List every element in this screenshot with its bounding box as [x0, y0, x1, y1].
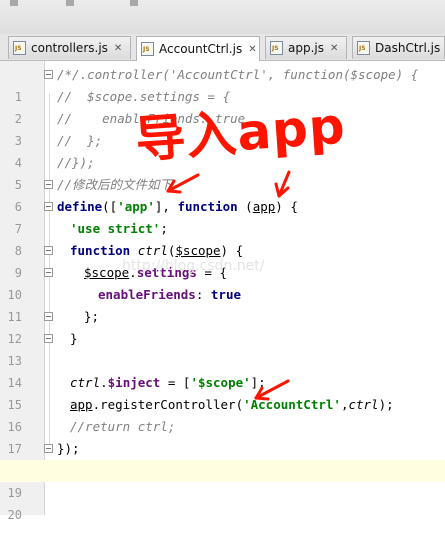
toolbar-fragment [10, 0, 18, 6]
tab-controllers-js[interactable]: controllers.js ✕ [8, 36, 131, 59]
line-number: 20 [7, 508, 22, 522]
code-text: app.registerController('AccountCtrl',ctr… [70, 397, 394, 412]
tab-dashctrl-js[interactable]: DashCtrl.js [352, 36, 445, 59]
code-text: //修改后的文件如下 [57, 177, 173, 192]
fold-icon[interactable] [44, 444, 53, 453]
editor-tab-bar: controllers.js ✕ AccountCtrl.js ✕ app.js… [0, 34, 445, 61]
code-text: /*/.controller('AccountCtrl', function($… [57, 67, 419, 82]
tab-label: AccountCtrl.js [159, 42, 243, 56]
code-text: 'use strict'; [70, 221, 168, 236]
js-file-icon [141, 42, 154, 56]
code-text: // }; [57, 133, 103, 148]
code-line[interactable]: 14 [0, 350, 445, 390]
watermark: http://blog.csdn.net/ [122, 258, 265, 274]
tab-accountctrl-js[interactable]: AccountCtrl.js ✕ [136, 36, 260, 61]
js-file-icon [270, 41, 283, 55]
code-text: }; [84, 309, 100, 324]
tab-app-js[interactable]: app.js ✕ [265, 36, 347, 59]
code-text: //}); [57, 155, 95, 170]
js-file-icon [13, 41, 26, 55]
code-line[interactable]: 16 app.registerController('AccountCtrl',… [0, 394, 445, 434]
code-text: //return ctrl; [70, 419, 176, 434]
code-text: define(['app'], function (app) { [57, 199, 298, 214]
tab-label: app.js [288, 41, 324, 55]
code-line[interactable]: 1 /*/.controller('AccountCtrl', function… [0, 64, 445, 104]
code-text: ctrl.$inject = ['$scope']; [70, 375, 266, 390]
code-line[interactable]: 12 }; [0, 306, 445, 346]
code-line[interactable]: 7 define(['app'], function (app) { [0, 196, 445, 236]
toolbar-fragment [130, 0, 138, 6]
code-line[interactable]: 18 }); [0, 438, 445, 478]
fold-icon[interactable] [44, 70, 53, 79]
code-line[interactable]: 11 enableFriends: true [0, 284, 445, 324]
fold-icon[interactable] [44, 246, 53, 255]
code-text: }); [57, 441, 80, 456]
fold-icon[interactable] [44, 312, 53, 321]
code-line[interactable]: 15 ctrl.$inject = ['$scope']; [0, 372, 445, 412]
fold-icon[interactable] [44, 268, 53, 277]
code-line[interactable]: 17 //return ctrl; [0, 416, 445, 456]
handwritten-annotation: 导入app [133, 96, 348, 170]
code-text: } [70, 331, 78, 346]
window-top-bar [0, 0, 445, 35]
fold-icon[interactable] [44, 334, 53, 343]
code-line[interactable]: 13 } [0, 328, 445, 368]
fold-icon[interactable] [44, 180, 53, 189]
tab-label: DashCtrl.js [375, 41, 441, 55]
js-file-icon [357, 41, 370, 55]
code-line-current[interactable]: 19 [0, 460, 445, 500]
fold-icon[interactable] [44, 202, 53, 211]
code-line[interactable]: 20 [0, 482, 445, 522]
code-line[interactable]: 6 //修改后的文件如下 [0, 174, 445, 214]
close-icon[interactable]: ✕ [330, 43, 338, 54]
code-line[interactable]: 8 'use strict'; [0, 218, 445, 258]
close-icon[interactable]: ✕ [114, 43, 122, 54]
tab-label: controllers.js [31, 41, 108, 55]
close-icon[interactable]: ✕ [248, 44, 256, 55]
toolbar-fragment [66, 0, 74, 6]
code-text: enableFriends: true [98, 287, 242, 302]
